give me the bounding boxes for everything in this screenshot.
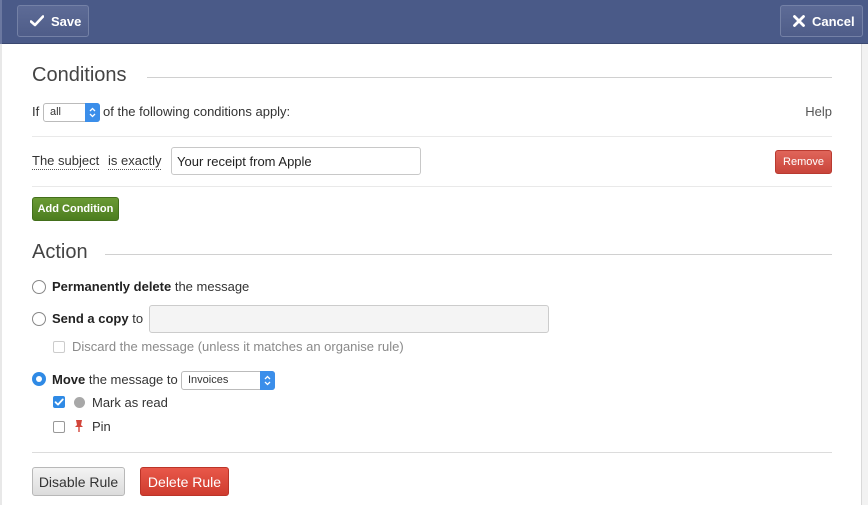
disable-rule-button[interactable]: Disable Rule <box>32 467 125 496</box>
cancel-button[interactable]: Cancel <box>780 5 863 37</box>
move-folder-value: Invoices <box>188 374 229 386</box>
scroll-gutter <box>862 44 868 505</box>
delete-option-rest: the message <box>174 279 250 294</box>
condition-operator-label: is exactly <box>108 153 162 170</box>
add-condition-button[interactable]: Add Condition <box>32 197 119 221</box>
condition-row-bottom-divider <box>32 186 832 187</box>
footer-divider <box>32 452 832 453</box>
move-option-rest: the message to <box>88 372 178 387</box>
send-copy-email-input[interactable] <box>149 305 549 333</box>
close-icon <box>793 15 805 27</box>
remove-condition-button[interactable]: Remove <box>775 150 832 174</box>
delete-rule-button[interactable]: Delete Rule <box>140 467 229 496</box>
delete-radio[interactable] <box>32 280 46 294</box>
help-link[interactable]: Help <box>805 104 832 119</box>
discard-checkbox[interactable] <box>53 341 65 353</box>
checkmark-icon <box>30 15 44 27</box>
condition-value-input[interactable] <box>171 147 421 175</box>
if-label: If <box>32 104 40 119</box>
send-copy-bold: Send a copy <box>52 311 129 326</box>
move-option-bold: Move <box>52 372 86 387</box>
pin-checkbox[interactable] <box>53 421 65 433</box>
read-dot-icon <box>74 397 85 408</box>
save-button[interactable]: Save <box>17 5 89 37</box>
delete-option-bold: Permanently delete <box>52 279 172 294</box>
condition-row-top-divider <box>32 136 832 137</box>
match-select[interactable]: all <box>43 103 100 122</box>
condition-field-select[interactable]: The subject <box>32 153 100 170</box>
conditions-divider <box>147 77 832 78</box>
move-folder-select[interactable]: Invoices <box>181 371 275 390</box>
mark-read-label: Mark as read <box>92 395 168 410</box>
send-copy-rest: to <box>132 311 144 326</box>
action-divider <box>105 254 832 255</box>
toolbar-edge <box>0 0 2 44</box>
save-label: Save <box>51 13 82 29</box>
condition-operator-select[interactable]: is exactly <box>108 153 162 170</box>
pin-label: Pin <box>92 419 111 434</box>
send-copy-option-label: Send a copy to <box>52 311 143 326</box>
condition-field-label: The subject <box>32 153 100 170</box>
select-arrows-icon <box>260 371 275 390</box>
action-heading: Action <box>32 241 88 263</box>
pin-icon <box>74 419 84 436</box>
checkmark-icon <box>54 398 64 406</box>
send-copy-radio[interactable] <box>32 312 46 326</box>
move-option-label: Move the message to <box>52 372 178 387</box>
delete-option-label: Permanently delete the message <box>52 279 249 294</box>
select-arrows-icon <box>85 103 100 122</box>
match-select-value: all <box>50 106 62 118</box>
top-toolbar: Save Cancel <box>0 0 868 44</box>
conditions-suffix: of the following conditions apply: <box>103 104 291 119</box>
move-radio[interactable] <box>32 372 46 386</box>
discard-label: Discard the message (unless it matches a… <box>72 339 404 354</box>
cancel-label: Cancel <box>812 13 855 29</box>
mark-read-checkbox[interactable] <box>53 396 65 408</box>
conditions-heading: Conditions <box>32 64 127 86</box>
